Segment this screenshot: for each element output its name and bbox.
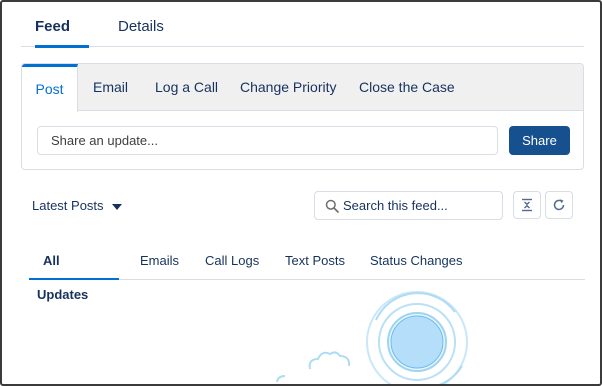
tab-close-the-case[interactable]: Close the Case: [359, 64, 455, 111]
collapse-icon: [522, 198, 532, 212]
tab-all-updates[interactable]: All Updates: [29, 244, 119, 302]
tab-email[interactable]: Email: [93, 64, 128, 111]
tab-feed[interactable]: Feed: [35, 2, 89, 48]
search-feed-input[interactable]: [343, 192, 499, 219]
tab-details[interactable]: Details: [118, 2, 164, 47]
publisher: Post Email Log a Call Change Priority Cl…: [21, 63, 584, 170]
publisher-tab-bar: Post Email Log a Call Change Priority Cl…: [22, 64, 583, 112]
search-feed-field[interactable]: [314, 191, 503, 220]
tab-post[interactable]: Post: [22, 64, 78, 112]
search-icon: [325, 199, 339, 213]
share-update-input[interactable]: [37, 126, 498, 155]
tab-call-logs[interactable]: Call Logs: [205, 244, 259, 279]
tab-text-posts[interactable]: Text Posts: [285, 244, 345, 279]
feed-filter-tabs: All Updates Emails Call Logs Text Posts …: [29, 244, 585, 302]
tab-status-changes[interactable]: Status Changes: [370, 244, 463, 279]
tab-log-a-call[interactable]: Log a Call: [155, 64, 218, 111]
empty-feed-illustration: [276, 291, 468, 384]
sort-label: Latest Posts: [32, 198, 104, 213]
collapse-button[interactable]: [513, 191, 541, 219]
tab-emails[interactable]: Emails: [140, 244, 179, 279]
tab-all-updates-label: All Updates: [37, 253, 89, 302]
refresh-button[interactable]: [545, 191, 573, 219]
caret-down-icon: [111, 203, 122, 210]
feed-panel: Feed Details .top-tab.active{padding-lef…: [0, 0, 602, 386]
share-button[interactable]: Share: [509, 126, 570, 155]
tab-change-priority[interactable]: Change Priority: [240, 64, 337, 111]
sort-dropdown[interactable]: Latest Posts: [32, 195, 122, 217]
top-tab-bar: Feed Details: [21, 2, 584, 48]
refresh-icon: [553, 199, 565, 211]
